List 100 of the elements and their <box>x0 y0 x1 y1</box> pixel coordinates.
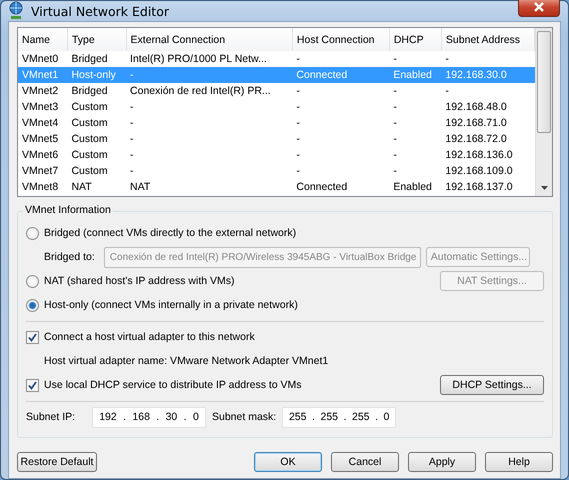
dialog-button[interactable]: Apply <box>408 452 476 472</box>
table-row[interactable]: VMnet5 Custom - - - 192.168.72.0 <box>18 131 534 147</box>
radio-label[interactable]: Host-only (connect VMs internally in a private network) <box>44 299 298 311</box>
radio-label[interactable]: Bridged (connect VMs directly to the external network) <box>44 227 296 239</box>
table-cell-text: - <box>392 116 398 131</box>
dialog-button[interactable]: Help <box>485 452 553 472</box>
table-row[interactable]: VMnet0 Bridged Intel(R) PRO/1000 PL Netw... - - - <box>18 51 534 67</box>
ip-dot: . <box>344 411 346 423</box>
scroll-thumb[interactable] <box>537 31 551 133</box>
subnet-ip-label: Subnet IP: <box>26 411 76 423</box>
ip-dot: . <box>156 411 160 423</box>
ip-dot: . <box>184 411 187 423</box>
table-cell-text: - <box>392 100 398 115</box>
table-cell-text: - <box>392 164 398 179</box>
table-row[interactable]: VMnet7 Custom - - - 192.168.109.0 <box>18 163 534 179</box>
table-cell-text: 192.168.109.0 <box>444 164 514 179</box>
checkbox[interactable] <box>26 330 39 344</box>
table-cell: - <box>389 83 442 99</box>
subnet-mask-field[interactable]: 255 . 255 . 255 . 0 <box>282 406 396 428</box>
table-cell-text: - <box>392 132 398 147</box>
ip-dot: . <box>375 411 378 423</box>
close-icon <box>534 2 544 12</box>
close-button[interactable] <box>518 0 560 17</box>
table-cell-text: - <box>295 148 301 163</box>
table-cell-text: Custom <box>70 132 109 147</box>
dialog-button[interactable]: Cancel <box>331 452 399 472</box>
settings-button: Automatic Settings... <box>426 247 530 267</box>
table-cell: Intel(R) PRO/1000 PL Netw... <box>126 51 292 67</box>
column-header[interactable]: Subnet Address <box>441 28 534 51</box>
checkbox-label[interactable]: Connect a host virtual adapter to this network <box>44 331 255 343</box>
subnet-ip-field[interactable]: 192 . 168 . 30 . 0 <box>92 406 206 428</box>
table-cell-text: Connected <box>295 180 348 195</box>
table-cell-text: - <box>129 116 135 131</box>
table-cell-text: VMnet6 <box>21 148 60 163</box>
table-cell-text: 192.168.72.0 <box>444 132 508 147</box>
table-row[interactable]: VMnet4 Custom - - - 192.168.71.0 <box>18 115 534 131</box>
subnet-mask-label: Subnet mask: <box>212 411 276 423</box>
ip-dot: . <box>123 411 126 423</box>
scrollbar[interactable] <box>535 28 552 196</box>
bridged-to-label: Bridged to: <box>44 251 95 263</box>
ip-dot: . <box>312 411 315 423</box>
table-cell-text: - <box>129 100 135 115</box>
checkbox[interactable] <box>26 378 39 392</box>
table-cell: VMnet2 <box>18 83 68 99</box>
table-cell-text: VMnet4 <box>21 116 60 131</box>
table-cell-text: - <box>295 132 301 147</box>
table-cell-text: 192.168.136.0 <box>444 148 514 163</box>
table-cell: Conexión de red Intel(R) PR... <box>126 83 292 99</box>
dialog-button[interactable]: Restore Default <box>17 452 97 472</box>
adapter-name-text: Host virtual adapter name: VMware Network Adapter VMnet1 <box>44 355 328 367</box>
window-title: Virtual Network Editor <box>31 4 169 18</box>
table-cell: Enabled <box>389 67 442 83</box>
table-cell-text: - <box>295 116 301 131</box>
table-row[interactable]: VMnet8 NAT NAT Connected Enabled 192.168.137.0 <box>18 179 534 195</box>
table-cell: 192.168.30.0 <box>441 67 534 83</box>
table-cell: VMnet0 <box>18 51 68 67</box>
table-cell-text: VMnet5 <box>21 132 60 147</box>
table-row[interactable]: VMnet3 Custom - - - 192.168.48.0 <box>18 99 534 115</box>
radio-button[interactable] <box>26 274 39 288</box>
checkbox-label[interactable]: Use local DHCP service to distribute IP address to VMs <box>44 379 302 391</box>
table-cell: VMnet1 <box>18 67 68 83</box>
table-cell-text: - <box>129 164 135 179</box>
table-cell-text: Custom <box>70 148 109 163</box>
column-header[interactable]: External Connection <box>126 28 292 51</box>
table-cell-text: 192.168.71.0 <box>444 116 508 131</box>
settings-button[interactable]: DHCP Settings... <box>440 375 544 395</box>
settings-button: NAT Settings... <box>440 271 544 291</box>
table-cell-text: - <box>392 148 398 163</box>
table-cell-text: NAT <box>70 180 93 195</box>
table-cell: Host-only <box>67 67 126 83</box>
table-cell-text: 192.168.137.0 <box>444 180 514 195</box>
table-cell: - <box>126 67 292 83</box>
globe-icon <box>7 1 25 21</box>
radio-label[interactable]: NAT (shared host's IP address with VMs) <box>44 275 234 287</box>
table-cell-text: VMnet3 <box>21 100 60 115</box>
column-header[interactable]: DHCP <box>389 28 442 51</box>
table-cell-text: VMnet8 <box>21 180 60 195</box>
table-cell-text: - <box>295 164 301 179</box>
table-cell-text: NAT <box>129 180 152 195</box>
table-cell-text: 192.168.48.0 <box>444 100 508 115</box>
radio-button[interactable] <box>26 226 39 240</box>
column-header[interactable]: Name <box>18 28 68 51</box>
table-cell: - <box>292 51 390 67</box>
table-cell-text: - <box>295 100 301 115</box>
radio-button[interactable] <box>26 298 39 312</box>
table-row[interactable]: VMnet6 Custom - - - 192.168.136.0 <box>18 147 534 163</box>
dialog-button[interactable]: OK <box>254 452 322 472</box>
table-row[interactable]: VMnet2 Bridged Conexión de red Intel(R) PR... - - - <box>18 83 534 99</box>
table-cell-text: Custom <box>70 100 109 115</box>
column-header[interactable]: Host Connection <box>292 28 390 51</box>
table-cell-text: Custom <box>70 164 109 179</box>
table-cell-text: Enabled <box>392 180 433 195</box>
table-cell: Bridged <box>67 83 126 99</box>
table-cell-text: - <box>129 148 135 163</box>
table-cell: Connected <box>292 67 390 83</box>
table-cell: - <box>441 83 534 99</box>
table-cell: - <box>292 83 390 99</box>
table-cell: - <box>441 51 534 67</box>
table-cell-text: - <box>129 132 135 147</box>
column-header[interactable]: Type <box>67 28 126 51</box>
